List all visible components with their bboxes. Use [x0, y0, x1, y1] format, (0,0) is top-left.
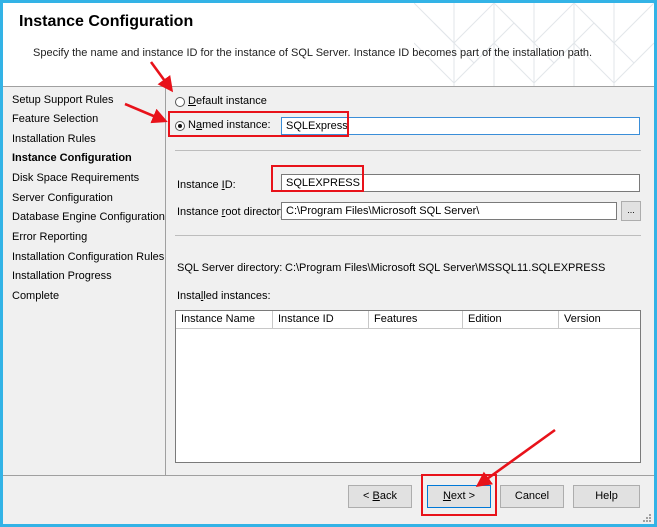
root-label-text: oot directory:	[225, 206, 289, 218]
nav-item-server-configuration[interactable]: Server Configuration	[12, 192, 113, 204]
resize-grip-icon[interactable]	[643, 514, 651, 522]
nav-item-instance-configuration[interactable]: Instance Configuration	[12, 152, 132, 164]
nav-item-database-engine-configuration[interactable]: Database Engine Configuration	[12, 211, 165, 223]
column-header-instance-name[interactable]: Instance Name	[176, 311, 273, 328]
sql-server-directory-value: C:\Program Files\Microsoft SQL Server\MS…	[285, 262, 606, 274]
steps-sidebar: Setup Support Rules Feature Selection In…	[3, 87, 166, 475]
installed-label-pre: Insta	[177, 290, 201, 302]
nav-item-disk-space-requirements[interactable]: Disk Space Requirements	[12, 172, 139, 184]
help-button[interactable]: Help	[573, 485, 640, 508]
instance-id-label-text: D:	[224, 179, 236, 191]
installed-instances-grid[interactable]: Instance Name Instance ID Features Editi…	[175, 310, 641, 463]
column-header-instance-id[interactable]: Instance ID	[273, 311, 369, 328]
default-instance-label[interactable]: Default instance	[188, 95, 267, 107]
column-header-edition[interactable]: Edition	[463, 311, 559, 328]
page-title: Instance Configuration	[19, 13, 194, 30]
annotation-box-next	[421, 474, 497, 516]
back-label-pre: <	[363, 490, 373, 502]
nav-item-setup-support-rules[interactable]: Setup Support Rules	[12, 94, 114, 106]
nav-item-complete[interactable]: Complete	[12, 290, 59, 302]
back-mnemonic: B	[372, 490, 380, 502]
column-header-features[interactable]: Features	[369, 311, 463, 328]
nav-item-installation-rules[interactable]: Installation Rules	[12, 133, 96, 145]
default-instance-mnemonic: D	[188, 95, 196, 107]
section-divider	[175, 150, 641, 151]
nav-item-error-reporting[interactable]: Error Reporting	[12, 231, 87, 243]
root-label-pre: Instance	[177, 206, 222, 218]
instance-id-label: Instance ID:	[177, 179, 236, 191]
footer-divider	[3, 475, 654, 476]
instance-root-directory-label: Instance root directory:	[177, 206, 289, 218]
nav-item-installation-configuration-rules[interactable]: Installation Configuration Rules	[12, 251, 164, 263]
instance-root-directory-input[interactable]: C:\Program Files\Microsoft SQL Server\	[281, 202, 617, 220]
browse-button[interactable]: ...	[621, 201, 641, 221]
header-pattern-decoration	[414, 3, 654, 86]
nav-item-feature-selection[interactable]: Feature Selection	[12, 113, 98, 125]
back-button[interactable]: < Back	[348, 485, 412, 508]
page-description: Specify the name and instance ID for the…	[33, 47, 593, 59]
installed-label-text: led instances:	[203, 290, 271, 302]
default-instance-radio[interactable]	[175, 97, 185, 107]
cancel-button[interactable]: Cancel	[500, 485, 564, 508]
header-banner: Instance Configuration Specify the name …	[3, 3, 654, 87]
instance-id-label-pre: Instance	[177, 179, 222, 191]
grid-header: Instance Name Instance ID Features Editi…	[176, 311, 640, 329]
nav-item-installation-progress[interactable]: Installation Progress	[12, 270, 112, 282]
default-instance-label-text: efault instance	[195, 95, 267, 107]
sql-server-directory-label: SQL Server directory:	[177, 262, 283, 274]
installed-instances-label: Installed instances:	[177, 290, 271, 302]
annotation-box-named-instance	[168, 111, 349, 137]
section-divider-2	[175, 235, 641, 236]
column-header-version[interactable]: Version	[559, 311, 640, 328]
back-label-text: ack	[379, 490, 397, 502]
annotation-box-instance-id	[271, 165, 364, 192]
